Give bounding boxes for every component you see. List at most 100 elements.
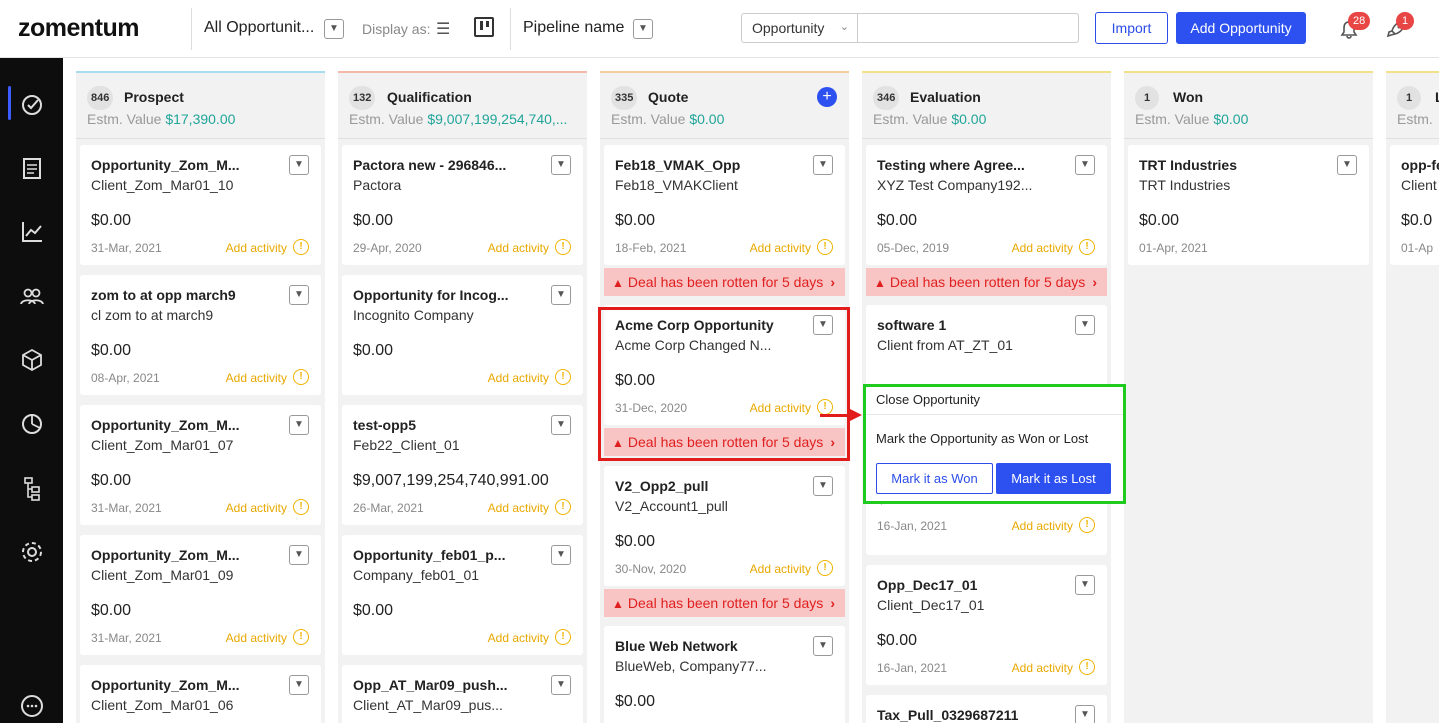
card-name[interactable]: Pactora new - 296846... — [353, 157, 533, 173]
add-activity-link[interactable]: Add activity — [750, 401, 811, 415]
opportunity-card[interactable]: Feb18_VMAK_Opp Feb18_VMAKClient ▼ $0.00 … — [604, 145, 845, 265]
chevron-down-icon[interactable]: ▼ — [813, 155, 833, 175]
chevron-down-icon[interactable]: ▼ — [813, 636, 833, 656]
rotten-deal-banner[interactable]: ▲ Deal has been rotten for 5 days › — [866, 268, 1107, 296]
card-name[interactable]: software 1 — [877, 317, 1057, 333]
logo[interactable]: zomentum — [18, 14, 140, 43]
opportunity-card[interactable]: V2_Opp2_pull V2_Account1_pull ▼ $0.00 30… — [604, 466, 845, 586]
add-activity-link[interactable]: Add activity — [1012, 241, 1073, 255]
rotten-deal-banner[interactable]: ▲ Deal has been rotten for 5 days › — [604, 589, 845, 617]
add-activity-link[interactable]: Add activity — [226, 241, 287, 255]
card-name[interactable]: Opportunity for Incog... — [353, 287, 533, 303]
card-name[interactable]: Tax_Pull_0329687211 — [877, 707, 1057, 723]
import-button[interactable]: Import — [1095, 12, 1168, 44]
chevron-down-icon[interactable]: ▼ — [1075, 575, 1095, 595]
settings-icon[interactable] — [18, 538, 46, 566]
chevron-down-icon[interactable]: ▼ — [813, 476, 833, 496]
opportunity-card[interactable]: Blue Web Network BlueWeb, Company77... ▼… — [604, 626, 845, 723]
card-name[interactable]: Opportunity_Zom_M... — [91, 677, 271, 693]
add-activity-link[interactable]: Add activity — [226, 501, 287, 515]
opportunity-card[interactable]: Opportunity_Zom_M... Client_Zom_Mar01_06… — [80, 665, 321, 723]
chevron-down-icon[interactable]: ▼ — [813, 315, 833, 335]
card-name[interactable]: Blue Web Network — [615, 638, 795, 654]
card-name[interactable]: TRT Industries — [1139, 157, 1319, 173]
card-name[interactable]: Acme Corp Opportunity — [615, 317, 795, 333]
opportunity-card[interactable]: Opportunity_Zom_M... Client_Zom_Mar01_10… — [80, 145, 321, 265]
opportunity-card[interactable]: Opportunity_Zom_M... Client_Zom_Mar01_09… — [80, 535, 321, 655]
chevron-down-icon[interactable]: ▼ — [289, 155, 309, 175]
list-view-icon[interactable]: ☰ — [436, 19, 450, 39]
card-name[interactable]: Opportunity_feb01_p... — [353, 547, 533, 563]
card-name[interactable]: zom to at opp march9 — [91, 287, 271, 303]
chevron-down-icon[interactable]: ▼ — [289, 285, 309, 305]
opportunity-card[interactable]: Opportunity_Zom_M... Client_Zom_Mar01_07… — [80, 405, 321, 525]
chevron-down-icon[interactable]: ▼ — [289, 675, 309, 695]
card-name[interactable]: Testing where Agree... — [877, 157, 1057, 173]
rotten-deal-banner[interactable]: ▲ Deal has been rotten for 5 days › — [604, 268, 845, 296]
dashboard-icon[interactable] — [18, 90, 46, 118]
add-activity-link[interactable]: Add activity — [488, 371, 549, 385]
chart-icon[interactable] — [18, 218, 46, 246]
chevron-down-icon[interactable]: ▼ — [551, 415, 571, 435]
pipeline-name[interactable]: Pipeline name — [523, 19, 624, 37]
card-name[interactable]: Opportunity_Zom_M... — [91, 417, 271, 433]
opportunity-card[interactable]: Opportunity for Incog... Incognito Compa… — [342, 275, 583, 395]
chevron-down-icon[interactable]: ▼ — [289, 415, 309, 435]
chevron-down-icon[interactable]: ▼ — [551, 285, 571, 305]
document-icon[interactable] — [18, 154, 46, 182]
people-icon[interactable] — [18, 282, 46, 310]
chevron-down-icon[interactable]: ▼ — [633, 19, 653, 39]
entity-select[interactable]: Opportunity ⌄ — [741, 13, 858, 43]
chevron-down-icon[interactable]: ▼ — [1075, 155, 1095, 175]
card-name[interactable]: Opp_AT_Mar09_push... — [353, 677, 533, 693]
card-name[interactable]: Opp_Dec17_01 — [877, 577, 1057, 593]
opportunity-card[interactable]: Acme Corp Opportunity Acme Corp Changed … — [604, 305, 845, 425]
card-name[interactable]: V2_Opp2_pull — [615, 478, 795, 494]
chevron-down-icon[interactable]: ▼ — [1337, 155, 1357, 175]
chevron-down-icon[interactable]: ▼ — [324, 19, 344, 39]
opportunity-card[interactable]: zom to at opp march9 cl zom to at march9… — [80, 275, 321, 395]
chat-icon[interactable] — [18, 692, 46, 720]
add-card-button[interactable]: + — [817, 87, 837, 107]
mark-won-button[interactable]: Mark it as Won — [876, 463, 993, 494]
add-activity-link[interactable]: Add activity — [488, 631, 549, 645]
add-activity-link[interactable]: Add activity — [226, 631, 287, 645]
opportunity-card[interactable]: opp-fe Client $0.0 01-Ap — [1390, 145, 1439, 265]
opportunity-card[interactable]: test-opp5 Feb22_Client_01 ▼ $9,007,199,2… — [342, 405, 583, 525]
search-input[interactable] — [858, 13, 1079, 43]
add-activity-link[interactable]: Add activity — [488, 501, 549, 515]
add-opportunity-button[interactable]: Add Opportunity — [1176, 12, 1306, 44]
add-activity-link[interactable]: Add activity — [488, 241, 549, 255]
card-name[interactable]: Opportunity_Zom_M... — [91, 547, 271, 563]
add-activity-link[interactable]: Add activity — [750, 241, 811, 255]
chevron-down-icon[interactable]: ▼ — [1075, 705, 1095, 723]
rotten-deal-banner[interactable]: ▲ Deal has been rotten for 5 days › — [604, 428, 845, 456]
board-view-icon[interactable] — [474, 17, 494, 37]
card-name[interactable]: Opportunity_Zom_M... — [91, 157, 271, 173]
card-name[interactable]: test-opp5 — [353, 417, 533, 433]
add-activity-link[interactable]: Add activity — [226, 371, 287, 385]
card-name[interactable]: Feb18_VMAK_Opp — [615, 157, 795, 173]
opportunity-card[interactable]: Opportunity_feb01_p... Company_feb01_01 … — [342, 535, 583, 655]
opportunity-card[interactable]: Opp_AT_Mar09_push... Client_AT_Mar09_pus… — [342, 665, 583, 723]
card-client: Client_Dec17_01 — [877, 597, 985, 613]
pie-icon[interactable] — [18, 410, 46, 438]
view-select[interactable]: All Opportunit... — [204, 19, 314, 37]
box-icon[interactable] — [18, 346, 46, 374]
add-activity-link[interactable]: Add activity — [750, 562, 811, 576]
opportunity-card[interactable]: Tax_Pull_0329687211 ▼ — [866, 695, 1107, 723]
opportunity-card[interactable]: Opp_Dec17_01 Client_Dec17_01 ▼ $0.00 16-… — [866, 565, 1107, 685]
add-activity-link[interactable]: Add activity — [1012, 519, 1073, 533]
hierarchy-icon[interactable] — [18, 474, 46, 502]
mark-lost-button[interactable]: Mark it as Lost — [996, 463, 1111, 494]
chevron-down-icon[interactable]: ▼ — [551, 675, 571, 695]
opportunity-card[interactable]: Pactora new - 296846... Pactora ▼ $0.00 … — [342, 145, 583, 265]
chevron-down-icon[interactable]: ▼ — [551, 545, 571, 565]
add-activity-link[interactable]: Add activity — [1012, 661, 1073, 675]
chevron-down-icon[interactable]: ▼ — [289, 545, 309, 565]
opportunity-card[interactable]: Testing where Agree... XYZ Test Company1… — [866, 145, 1107, 265]
opportunity-card[interactable]: TRT Industries TRT Industries ▼ $0.00 01… — [1128, 145, 1369, 265]
chevron-down-icon[interactable]: ▼ — [551, 155, 571, 175]
chevron-down-icon[interactable]: ▼ — [1075, 315, 1095, 335]
card-name[interactable]: opp-fe — [1401, 157, 1439, 173]
